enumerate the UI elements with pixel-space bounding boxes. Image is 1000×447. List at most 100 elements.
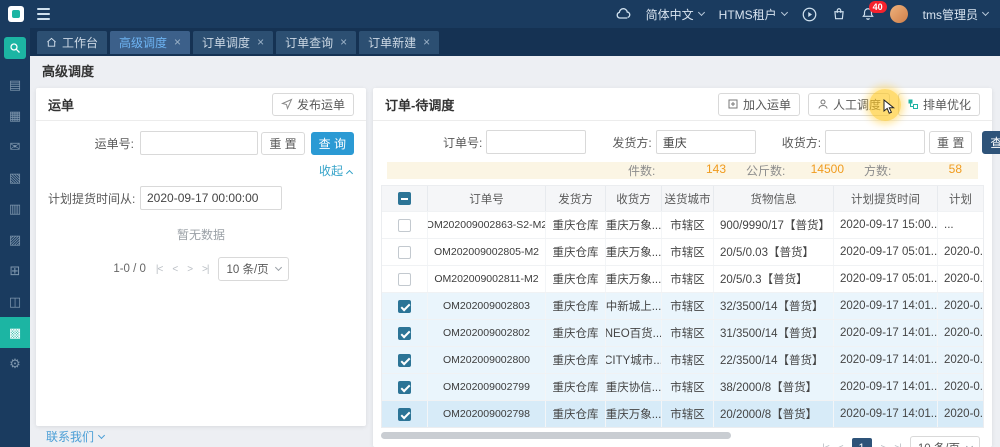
table-row[interactable]: OM202009002811-M2重庆仓库重庆万象...市辖区20/5/0.3【… — [382, 265, 983, 292]
cell-city: 市辖区 — [662, 401, 714, 427]
stat-label: 方数: — [864, 162, 891, 179]
receiver-input[interactable] — [825, 130, 925, 154]
orders-panel: 订单-待调度 加入运单 人工调度 排单优 — [373, 88, 992, 447]
finance-icon: ⊞ — [10, 263, 21, 279]
select-all-cell — [382, 186, 428, 211]
sidebar-item-message[interactable]: ✉ — [0, 131, 30, 162]
join-waybill-button[interactable]: 加入运单 — [718, 93, 800, 116]
search-icon — [9, 42, 21, 54]
waybill-query-button[interactable]: 查 询 — [311, 132, 354, 155]
sidebar-search-button[interactable] — [4, 37, 26, 59]
stat-label: 件数: — [628, 162, 655, 179]
table-row[interactable]: OM202009002798重庆仓库重庆万象...市辖区20/2000/8【普货… — [382, 400, 983, 427]
sidebar-item-report[interactable]: ◫ — [0, 286, 30, 317]
prev-page-icon[interactable]: < — [172, 264, 177, 275]
tab-close-icon[interactable]: × — [423, 36, 430, 48]
monitor-icon: ▦ — [9, 108, 21, 124]
cell-pickup-time: 2020-09-17 14:01... — [834, 374, 938, 400]
col-receiver: 收货方 — [606, 186, 662, 211]
table-row[interactable]: OM202009002805-M2重庆仓库重庆万象...市辖区20/5/0.03… — [382, 238, 983, 265]
row-checkbox[interactable] — [398, 246, 411, 259]
optimize-dispatch-button[interactable]: 排单优化 — [898, 93, 980, 116]
next-page-icon[interactable]: > — [187, 264, 192, 275]
contact-us-link[interactable]: 联系我们 — [46, 428, 104, 445]
next-page-icon[interactable]: > — [881, 443, 886, 447]
collapse-link[interactable]: 收起 — [50, 162, 352, 179]
prev-page-icon[interactable]: < — [838, 443, 843, 447]
tab-close-icon[interactable]: × — [174, 36, 181, 48]
app-store-button[interactable] — [832, 7, 846, 21]
user-menu[interactable]: tms管理员 — [923, 6, 988, 23]
cloud-sync-icon[interactable] — [615, 6, 631, 22]
cell-cargo: 38/2000/8【普货】 — [714, 374, 834, 400]
row-checkbox[interactable] — [398, 300, 411, 313]
cell-delivery-time: 2020-0... — [938, 320, 983, 346]
chevron-down-icon — [966, 443, 973, 447]
top-bar: 简体中文 HTMS租户 40 tms管理员 — [0, 0, 1000, 28]
user-avatar[interactable] — [890, 5, 908, 23]
table-row[interactable]: OM202009002802重庆仓库NEO百货...市辖区31/3500/14【… — [382, 319, 983, 346]
waybill-panel-title: 运单 — [48, 95, 74, 114]
tenant-selector[interactable]: HTMS租户 — [719, 6, 787, 23]
orders-page-size-select[interactable]: 10 条/页 — [910, 436, 980, 447]
row-checkbox[interactable] — [398, 381, 411, 394]
row-checkbox[interactable] — [398, 354, 411, 367]
waybill-no-label: 运单号: — [48, 135, 140, 152]
orders-reset-button[interactable]: 重 置 — [929, 131, 972, 154]
waybill-no-input[interactable] — [140, 131, 258, 155]
tab-bar: 工作台高级调度×订单调度×订单查询×订单新建× — [30, 28, 1000, 56]
sidebar-item-settings[interactable]: ⚙ — [0, 348, 30, 379]
tab-工作台[interactable]: 工作台 — [37, 31, 107, 54]
table-row[interactable]: OM202009002799重庆仓库重庆协信...市辖区38/2000/8【普货… — [382, 373, 983, 400]
scrollbar-thumb[interactable] — [381, 432, 731, 439]
manual-dispatch-button[interactable]: 人工调度 — [808, 93, 890, 116]
language-selector[interactable]: 简体中文 — [646, 6, 704, 23]
orders-table: 订单号 发货方 收货方 送货城市 货物信息 计划提货时间 计划 OM202009… — [381, 185, 984, 428]
row-checkbox[interactable] — [398, 408, 411, 421]
sidebar-item-finance[interactable]: ⊞ — [0, 255, 30, 286]
row-checkbox[interactable] — [398, 327, 411, 340]
first-page-icon[interactable]: |< — [822, 443, 828, 447]
table-row[interactable]: OM202009002803重庆仓库中新城上...市辖区32/3500/14【普… — [382, 292, 983, 319]
sidebar-item-waybill[interactable]: ▥ — [0, 193, 30, 224]
orders-query-button[interactable]: 查 询 — [982, 131, 1000, 154]
order-no-label: 订单号: — [443, 134, 482, 151]
sidebar-item-dispatch[interactable]: ▩ — [0, 317, 30, 348]
last-page-icon[interactable]: >| — [894, 443, 900, 447]
select-all-checkbox[interactable] — [398, 192, 411, 205]
waybill-reset-button[interactable]: 重 置 — [261, 132, 304, 155]
tab-close-icon[interactable]: × — [257, 36, 264, 48]
tab-高级调度[interactable]: 高级调度× — [110, 31, 190, 54]
orders-query-label: 查 询 — [990, 134, 1000, 151]
sender-input[interactable] — [656, 130, 756, 154]
table-row[interactable]: OM202009002800重庆仓库CITY城市...市辖区22/3500/14… — [382, 346, 983, 373]
sidebar-item-orders[interactable]: ▧ — [0, 162, 30, 193]
row-checkbox[interactable] — [398, 219, 411, 232]
cell-receiver: 重庆协信... — [606, 374, 662, 400]
tab-close-icon[interactable]: × — [340, 36, 347, 48]
sidebar-item-dashboard[interactable]: ▤ — [0, 69, 30, 100]
last-page-icon[interactable]: >| — [202, 264, 208, 275]
vehicle-icon: ▨ — [9, 232, 21, 248]
sidebar-item-vehicle[interactable]: ▨ — [0, 224, 30, 255]
publish-waybill-button[interactable]: 发布运单 — [272, 93, 354, 116]
order-no-input[interactable] — [486, 130, 586, 154]
table-row[interactable]: OM202009002863-S2-M2重庆仓库重庆万象...市辖区900/99… — [382, 211, 983, 238]
guide-play-button[interactable] — [802, 7, 817, 22]
cell-order-no: OM202009002802 — [428, 320, 546, 346]
cell-city: 市辖区 — [662, 212, 714, 238]
cell-order-no: OM202009002811-M2 — [428, 266, 546, 292]
row-checkbox[interactable] — [398, 273, 411, 286]
menu-toggle-icon[interactable] — [37, 8, 50, 20]
waybill-page-size-select[interactable]: 10 条/页 — [218, 257, 288, 281]
page-size-label: 10 条/页 — [226, 261, 268, 277]
tab-订单新建[interactable]: 订单新建× — [359, 31, 439, 54]
current-page-button[interactable]: 1 — [852, 438, 872, 447]
sidebar-item-monitor[interactable]: ▦ — [0, 100, 30, 131]
tab-订单调度[interactable]: 订单调度× — [193, 31, 273, 54]
pickup-from-date-input[interactable] — [140, 186, 282, 210]
tab-订单查询[interactable]: 订单查询× — [276, 31, 356, 54]
manual-dispatch-label: 人工调度 — [833, 96, 881, 113]
notification-button[interactable]: 40 — [861, 7, 875, 21]
first-page-icon[interactable]: |< — [156, 264, 162, 275]
